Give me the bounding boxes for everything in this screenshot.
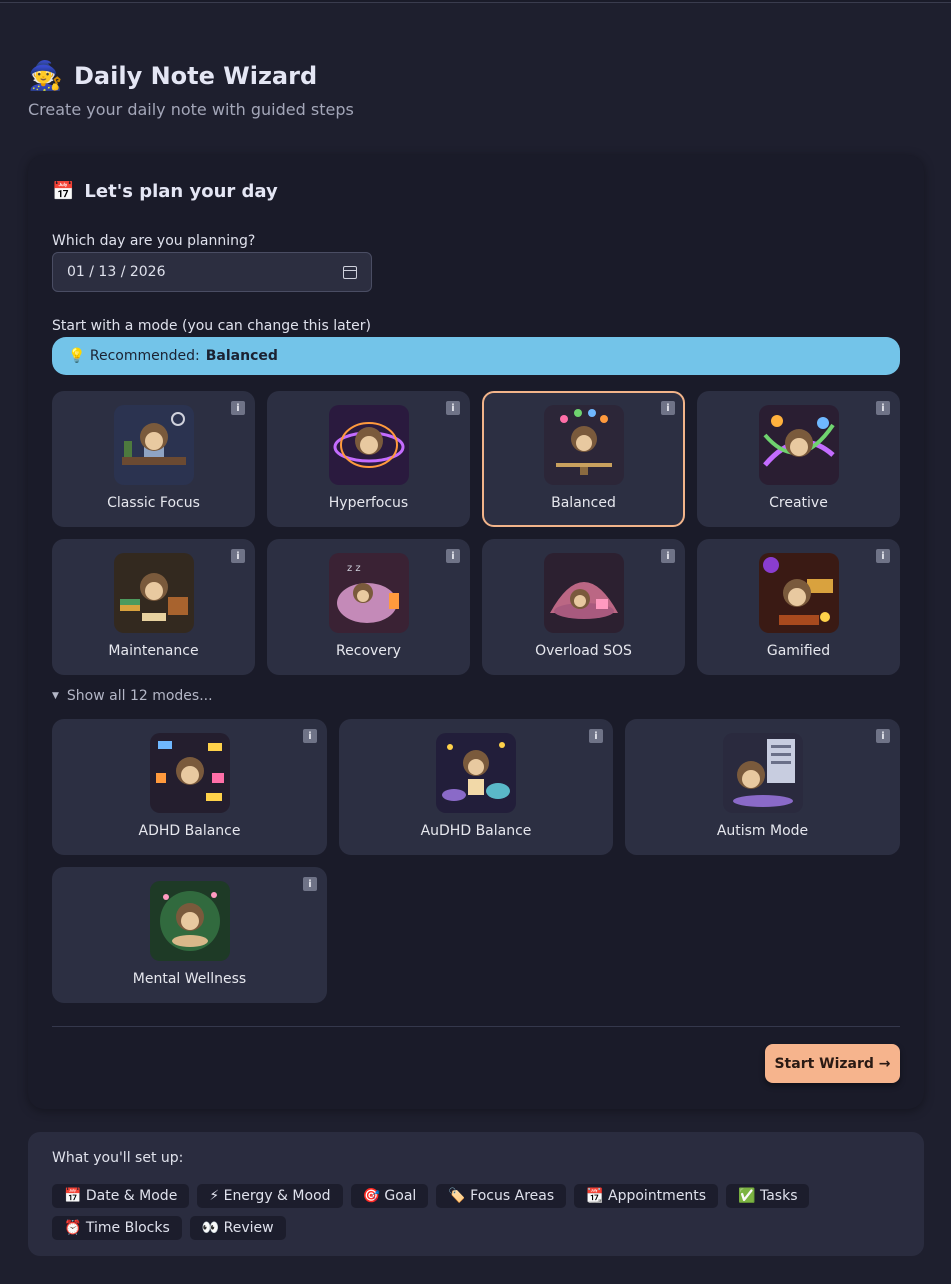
mode-card-creative[interactable]: i Creative — [697, 391, 900, 527]
mode-name: ADHD Balance — [138, 823, 241, 839]
maintenance-hedgehog-icon — [113, 553, 194, 633]
setup-chip: 📅 Date & Mode — [52, 1184, 190, 1208]
info-icon[interactable]: i — [876, 549, 890, 563]
setup-title: What you'll set up: — [52, 1150, 184, 1166]
date-input[interactable]: 01 / 13 / 2026 — [52, 252, 372, 292]
mode-card-classic-focus[interactable]: i Classic Focus — [52, 391, 255, 527]
overload-sos-hedgehog-icon — [543, 553, 624, 633]
mode-card-balanced[interactable]: i Balanced — [482, 391, 685, 527]
info-icon[interactable]: i — [303, 729, 317, 743]
audhd-balance-hedgehog-icon — [436, 733, 516, 813]
mode-card-audhd-balance[interactable]: i AuDHD Balance — [339, 719, 613, 855]
show-all-label: Show all 12 modes... — [66, 688, 213, 704]
divider — [52, 1026, 900, 1027]
info-icon[interactable]: i — [661, 549, 675, 563]
info-icon[interactable]: i — [231, 401, 245, 415]
info-icon[interactable]: i — [231, 549, 245, 563]
mode-card-mental-wellness[interactable]: i Mental Wellness — [52, 867, 327, 1003]
mode-name: Mental Wellness — [132, 971, 247, 987]
disclosure-triangle-icon: ▼ — [52, 691, 59, 701]
info-icon[interactable]: i — [876, 729, 890, 743]
info-icon[interactable]: i — [446, 401, 460, 415]
setup-chip: 🏷️ Focus Areas — [436, 1184, 567, 1208]
mode-name: Gamified — [766, 643, 831, 659]
mode-card-maintenance[interactable]: i Maintenance — [52, 539, 255, 675]
info-icon[interactable]: i — [303, 877, 317, 891]
plan-title-text: Let's plan your day — [84, 181, 278, 202]
setup-chip: ⚡ Energy & Mood — [197, 1184, 343, 1208]
mode-card-adhd-balance[interactable]: i ADHD Balance — [52, 719, 327, 855]
mode-card-overload-sos[interactable]: i Overload SOS — [482, 539, 685, 675]
recovery-hedgehog-icon: z z — [328, 553, 409, 633]
mode-name: Creative — [769, 495, 828, 511]
setup-chip: ✅ Tasks — [726, 1184, 810, 1208]
mode-name: Balanced — [551, 495, 616, 511]
mode-name: Classic Focus — [107, 495, 200, 511]
plan-card: 📅 Let's plan your day Which day are you … — [28, 155, 924, 1109]
mode-name: Overload SOS — [535, 643, 632, 659]
adhd-balance-hedgehog-icon — [149, 733, 230, 813]
page-header: 🧙 Daily Note Wizard Create your daily no… — [28, 58, 354, 119]
svg-text:z z: z z — [347, 563, 361, 574]
mode-name: Maintenance — [108, 643, 199, 659]
setup-summary-panel: What you'll set up: 📅 Date & Mode ⚡ Ener… — [28, 1132, 924, 1256]
recommendation-banner: 💡 Recommended: Balanced — [52, 337, 900, 375]
classic-focus-hedgehog-icon — [113, 405, 194, 485]
calendar-emoji-icon: 📅 — [52, 181, 75, 202]
setup-chip: 📆 Appointments — [574, 1184, 719, 1208]
mode-card-autism-mode[interactable]: i Autism Mode — [625, 719, 900, 855]
gamified-hedgehog-icon — [758, 553, 839, 633]
plan-card-title: 📅 Let's plan your day — [52, 181, 278, 202]
calendar-picker-icon[interactable] — [343, 265, 357, 279]
mode-name: Hyperfocus — [328, 495, 409, 511]
info-icon[interactable]: i — [876, 401, 890, 415]
page-title: Daily Note Wizard — [74, 62, 318, 90]
setup-chip-list: 📅 Date & Mode ⚡ Energy & Mood 🎯 Goal 🏷️ … — [52, 1184, 812, 1240]
top-border — [0, 0, 951, 3]
show-all-modes-toggle[interactable]: ▼ Show all 12 modes... — [52, 688, 213, 704]
info-icon[interactable]: i — [446, 549, 460, 563]
info-icon[interactable]: i — [589, 729, 603, 743]
page-subtitle: Create your daily note with guided steps — [28, 100, 354, 119]
mode-card-gamified[interactable]: i Gamified — [697, 539, 900, 675]
info-icon[interactable]: i — [661, 401, 675, 415]
setup-chip: ⏰ Time Blocks — [52, 1216, 182, 1240]
mental-wellness-hedgehog-icon — [149, 881, 230, 961]
setup-chip: 🎯 Goal — [350, 1184, 429, 1208]
date-value: 01 / 13 / 2026 — [67, 264, 166, 280]
balanced-hedgehog-icon — [543, 405, 624, 485]
setup-chip: 👀 Review — [189, 1216, 286, 1240]
autism-mode-hedgehog-icon — [722, 733, 803, 813]
mode-name: Recovery — [336, 643, 401, 659]
mode-name: Autism Mode — [716, 823, 809, 839]
mode-name: AuDHD Balance — [420, 823, 532, 839]
creative-hedgehog-icon — [758, 405, 839, 485]
mode-card-recovery[interactable]: i z z Recovery — [267, 539, 470, 675]
hyperfocus-hedgehog-icon — [328, 405, 409, 485]
start-wizard-button[interactable]: Start Wizard → — [765, 1044, 900, 1083]
recommend-value: Balanced — [205, 348, 278, 364]
date-label: Which day are you planning? — [52, 233, 256, 249]
recommend-prefix: 💡 Recommended: — [68, 348, 200, 364]
mode-card-hyperfocus[interactable]: i Hyperfocus — [267, 391, 470, 527]
mode-label: Start with a mode (you can change this l… — [52, 318, 371, 334]
wizard-icon: 🧙 — [28, 59, 63, 92]
